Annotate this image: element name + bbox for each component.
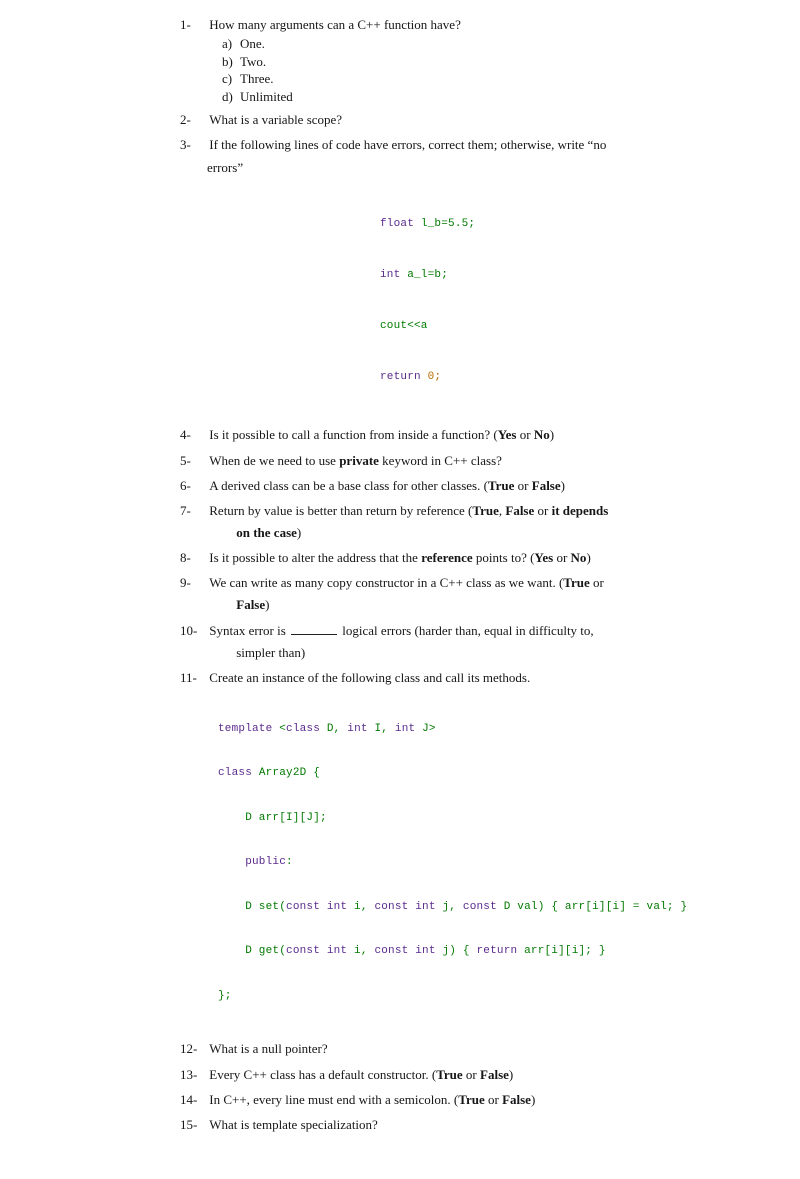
question-2: 2- What is a variable scope? bbox=[180, 110, 740, 130]
question-1: 1- How many arguments can a C++ function… bbox=[180, 15, 740, 105]
question-8: 8- Is it possible to alter the address t… bbox=[180, 548, 740, 568]
question-12: 12- What is a null pointer? bbox=[180, 1039, 740, 1059]
q1-text: How many arguments can a C++ function ha… bbox=[209, 15, 709, 35]
q3-code-block: float l_b=5.5; int a_l=b; cout<<a return… bbox=[380, 182, 740, 421]
question-7: 7- Return by value is better than return… bbox=[180, 501, 740, 543]
q11-code-block: template <class D, int I, int J> class A… bbox=[218, 692, 740, 1033]
question-4: 4- Is it possible to call a function fro… bbox=[180, 425, 740, 445]
question-5: 5- When de we need to use private keywor… bbox=[180, 451, 740, 471]
blank-fill bbox=[291, 624, 337, 635]
q1-options: a)One. b)Two. c)Three. d)Unlimited bbox=[222, 35, 740, 105]
question-11: 11- Create an instance of the following … bbox=[180, 668, 740, 688]
question-6: 6- A derived class can be a base class f… bbox=[180, 476, 740, 496]
question-15: 15- What is template specialization? bbox=[180, 1115, 740, 1135]
question-3: 3- If the following lines of code have e… bbox=[180, 135, 740, 177]
question-10: 10- Syntax error is logical errors (hard… bbox=[180, 621, 740, 663]
question-13: 13- Every C++ class has a default constr… bbox=[180, 1065, 740, 1085]
q1-num: 1- bbox=[180, 15, 206, 35]
question-9: 9- We can write as many copy constructor… bbox=[180, 573, 740, 615]
exam-page: 1- How many arguments can a C++ function… bbox=[0, 0, 800, 1179]
question-14: 14- In C++, every line must end with a s… bbox=[180, 1090, 740, 1110]
